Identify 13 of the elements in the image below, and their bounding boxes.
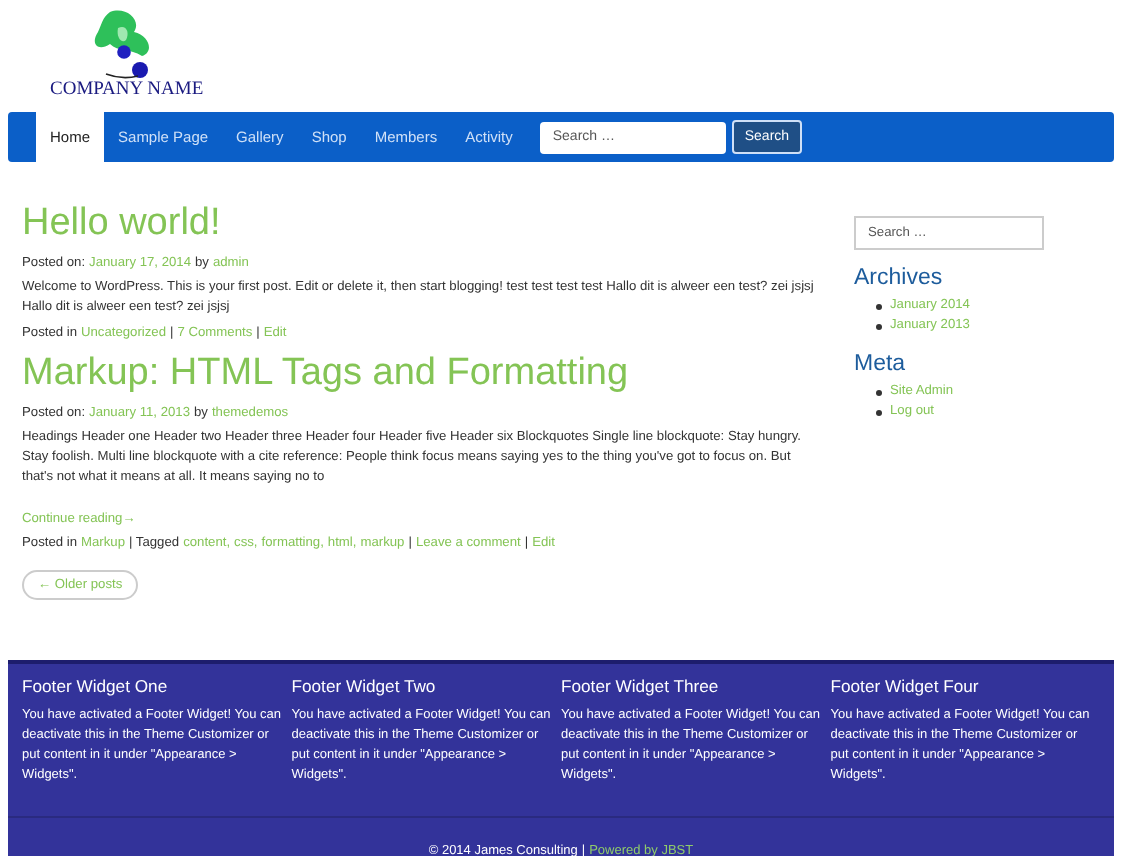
bullet-icon bbox=[876, 323, 882, 329]
widget-title: Meta bbox=[854, 352, 908, 376]
footer-widget-title: Footer Widget One bbox=[22, 676, 170, 696]
post-title[interactable]: Hello world! bbox=[22, 202, 824, 246]
company-name: COMPANY NAME bbox=[50, 80, 206, 100]
bullet-icon bbox=[876, 303, 882, 309]
footer-widget-title: Footer Widget Four bbox=[830, 676, 981, 696]
bullet-icon bbox=[876, 409, 882, 415]
footer-widget-title: Footer Widget Two bbox=[291, 676, 438, 696]
footer-widget-title: Footer Widget Three bbox=[561, 676, 721, 696]
bullet-icon bbox=[876, 389, 882, 395]
widget-title: Archives bbox=[854, 266, 945, 290]
post-title[interactable]: Markup: HTML Tags and Formatting bbox=[22, 352, 824, 396]
